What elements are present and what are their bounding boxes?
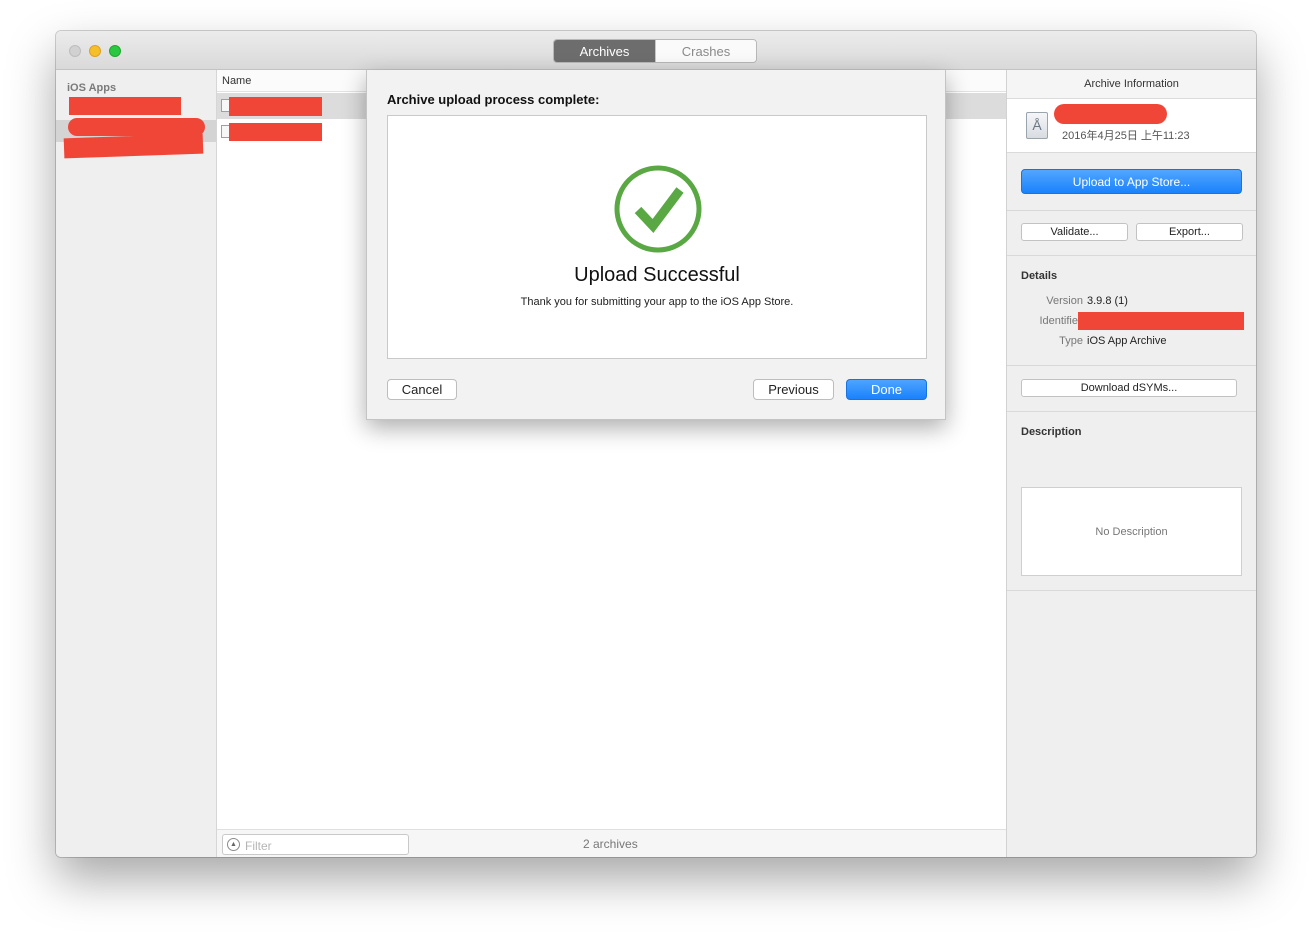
details-header: Details <box>1021 270 1058 282</box>
success-message: Thank you for submitting your app to the… <box>520 296 794 308</box>
divider <box>1007 590 1256 591</box>
redacted-archive-title <box>1054 104 1167 124</box>
identifier-key: Identifie <box>1039 315 1078 327</box>
success-checkmark-icon <box>614 165 702 253</box>
filter-icon: ▲ <box>227 838 240 851</box>
validate-button[interactable]: Validate... <box>1021 223 1128 241</box>
download-dsyms-button[interactable]: Download dSYMs... <box>1021 379 1237 397</box>
info-panel-title: Archive Information <box>1007 70 1256 99</box>
app-sidebar: iOS Apps <box>56 70 217 857</box>
upload-complete-dialog: Archive upload process complete: Upload … <box>366 70 946 420</box>
redacted-archive-name <box>229 97 322 116</box>
filter-input[interactable]: ▲ Filter <box>222 834 409 855</box>
description-header: Description <box>1021 426 1082 438</box>
divider <box>1007 411 1256 412</box>
list-bottom-bar: ▲ Filter 2 archives <box>217 829 1006 857</box>
divider <box>1007 210 1256 211</box>
description-placeholder: No Description <box>1095 525 1168 538</box>
minimize-window-button[interactable] <box>89 45 101 57</box>
title-bar: Archives Crashes <box>56 31 1256 70</box>
previous-button[interactable]: Previous <box>753 379 834 400</box>
description-field[interactable]: No Description <box>1021 487 1242 576</box>
view-segmented-control: Archives Crashes <box>553 39 757 63</box>
redacted-identifier <box>1078 312 1244 330</box>
tab-archives[interactable]: Archives <box>554 40 655 62</box>
tab-crashes[interactable]: Crashes <box>655 40 756 62</box>
version-value: 3.9.8 (1) <box>1087 295 1128 307</box>
archive-date: 2016年4月25日 上午11:23 <box>1062 130 1190 142</box>
sidebar-header: iOS Apps <box>67 82 117 94</box>
filter-placeholder: Filter <box>245 839 272 853</box>
dialog-content-panel: Upload Successful Thank you for submitti… <box>387 115 927 359</box>
done-button[interactable]: Done <box>846 379 927 400</box>
upload-to-app-store-button[interactable]: Upload to App Store... <box>1021 169 1242 194</box>
cancel-button[interactable]: Cancel <box>387 379 457 400</box>
divider <box>1007 365 1256 366</box>
archive-summary: Å 2016年4月25日 上午11:23 <box>1007 99 1256 153</box>
app-archive-icon: Å <box>1026 112 1048 139</box>
version-key: Version <box>1046 295 1083 307</box>
success-title: Upload Successful <box>574 264 740 286</box>
type-key: Type <box>1059 335 1083 347</box>
redacted-app-name <box>63 133 204 159</box>
redacted-archive-name[interactable] <box>229 123 322 141</box>
archive-info-panel: Archive Information Å 2016年4月25日 上午11:23… <box>1006 70 1256 857</box>
zoom-window-button[interactable] <box>109 45 121 57</box>
dialog-title: Archive upload process complete: <box>387 92 600 107</box>
close-window-button[interactable] <box>69 45 81 57</box>
archive-count: 2 archives <box>583 837 638 851</box>
divider <box>1007 255 1256 256</box>
export-button[interactable]: Export... <box>1136 223 1243 241</box>
redacted-app-name[interactable] <box>69 97 181 115</box>
column-name-label: Name <box>222 75 252 87</box>
type-value: iOS App Archive <box>1087 335 1167 347</box>
